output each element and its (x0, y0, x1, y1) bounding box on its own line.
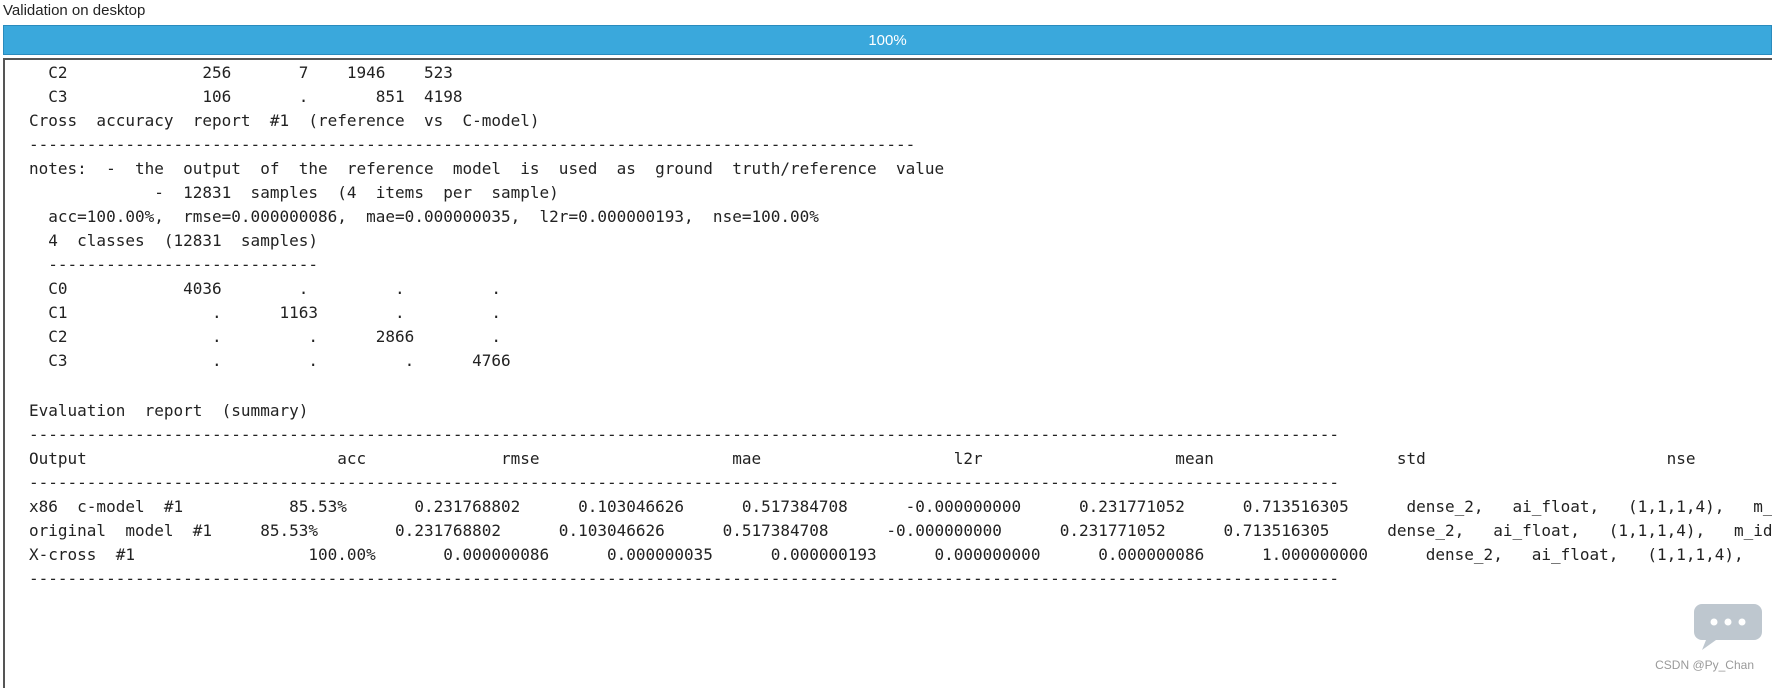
console-line: ----------------------------------------… (29, 569, 1340, 588)
progress-label: 100% (868, 31, 907, 49)
console-line: ----------------------------------------… (29, 135, 916, 154)
console-line: ----------------------------------------… (29, 425, 1340, 444)
console-line: C0 4036 . . . (29, 279, 502, 298)
console-line: x86 c-model #1 85.53% 0.231768802 0.1030… (29, 497, 1772, 516)
progress-bar: 100% (3, 25, 1772, 55)
console-line: Output acc rmse mae l2r mean std nse (29, 449, 1696, 468)
console-line: acc=100.00%, rmse=0.000000086, mae=0.000… (29, 207, 819, 226)
chat-bubble-icon[interactable] (1692, 602, 1764, 652)
console-line: C1 . 1163 . . (29, 303, 502, 322)
console-line: Cross accuracy report #1 (reference vs C… (29, 111, 540, 130)
console-line: ----------------------------------------… (29, 473, 1340, 492)
window-title: Validation on desktop (3, 2, 146, 19)
watermark-text: CSDN @Py_Chan (1655, 658, 1754, 672)
console-line: 4 classes (12831 samples) (29, 231, 318, 250)
console-output[interactable]: C2 256 7 1946 523 C3 106 . 851 4198 Cros… (3, 58, 1772, 688)
console-line: Evaluation report (summary) (29, 401, 309, 420)
console-line: X-cross #1 100.00% 0.000000086 0.0000000… (29, 545, 1772, 564)
console-line: original model #1 85.53% 0.231768802 0.1… (29, 521, 1772, 540)
console-line: - 12831 samples (4 items per sample) (29, 183, 559, 202)
console-line: C3 106 . 851 4198 (29, 87, 463, 106)
console-line: C2 256 7 1946 523 (29, 63, 453, 82)
console-line: ---------------------------- (29, 255, 318, 274)
console-line: notes: - the output of the reference mod… (29, 159, 945, 178)
console-line: C3 . . . 4766 (29, 351, 511, 370)
console-line: C2 . . 2866 . (29, 327, 502, 346)
